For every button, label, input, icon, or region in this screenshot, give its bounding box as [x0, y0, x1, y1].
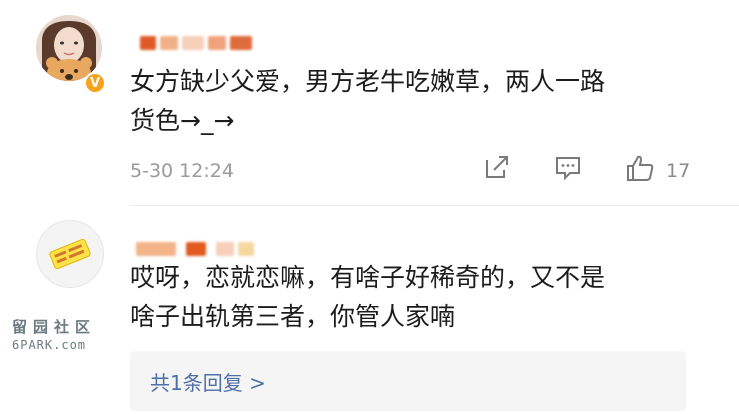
watermark: 留园社区 6PARK.com	[12, 316, 122, 352]
like-icon	[627, 155, 654, 181]
avatar[interactable]	[36, 15, 102, 81]
like-count: 17	[666, 160, 691, 182]
comment-text-line: 货色→_→	[130, 106, 235, 135]
comment-timestamp: 5-30 12:24	[130, 160, 234, 182]
replies-box[interactable]: 共1条回复 >	[130, 351, 686, 411]
watermark-en: 6PARK.com	[12, 338, 87, 352]
comment-item-1: V 女方缺少父爱，男方老牛吃嫩草，两人一路 货色→_→ 5-30 12:24 1…	[0, 0, 739, 206]
verified-badge-icon: V	[84, 72, 106, 94]
username-blurred[interactable]	[140, 36, 270, 50]
share-icon	[486, 156, 508, 178]
comment-text-line: 女方缺少父爱，男方老牛吃嫩草，两人一路	[130, 67, 606, 96]
avatar[interactable]	[36, 220, 104, 288]
view-replies-link[interactable]: 共1条回复 >	[150, 367, 266, 396]
watermark-cn: 留园社区	[12, 318, 97, 336]
comment-text-line: 哎呀，恋就恋嘛，有啥子好稀奇的，又不是	[130, 263, 606, 292]
like-button[interactable]	[625, 153, 655, 187]
username-blurred[interactable]	[136, 242, 266, 256]
comment-icon	[556, 157, 580, 181]
comment-button[interactable]	[554, 153, 582, 185]
comment-item-2: 哎呀，恋就恋嘛，有啥子好稀奇的，又不是 啥子出轨第三者，你管人家喃 共1条回复 …	[0, 206, 739, 414]
comment-text: 哎呀，恋就恋嘛，有啥子好稀奇的，又不是 啥子出轨第三者，你管人家喃	[130, 258, 690, 336]
comment-text: 女方缺少父爱，男方老牛吃嫩草，两人一路 货色→_→	[130, 62, 690, 140]
share-button[interactable]	[483, 153, 511, 185]
comment-text-line: 啥子出轨第三者，你管人家喃	[130, 302, 456, 331]
